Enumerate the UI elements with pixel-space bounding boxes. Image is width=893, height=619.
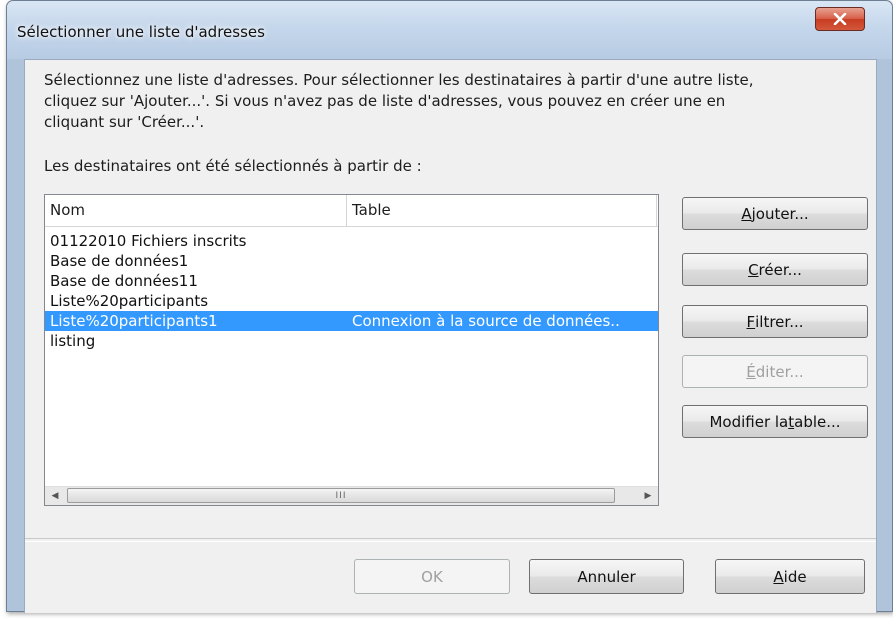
row-table: Connexion à la source de données.. bbox=[352, 312, 620, 330]
horizontal-scrollbar[interactable]: ◀ III ▶ bbox=[45, 486, 658, 505]
scroll-right-arrow-icon[interactable]: ▶ bbox=[638, 487, 658, 505]
button-accelerator: A bbox=[741, 204, 752, 223]
cancel-button[interactable]: Annuler bbox=[529, 559, 684, 594]
list-row-selected[interactable]: Liste%20participants1 Connexion à la sou… bbox=[45, 311, 658, 331]
add-button[interactable]: Ajouter... bbox=[682, 197, 868, 230]
row-name: Liste%20participants bbox=[50, 292, 209, 310]
dialog-client-area: Sélectionnez une liste d'adresses. Pour … bbox=[24, 59, 877, 613]
button-accelerator: C bbox=[748, 260, 759, 279]
close-button[interactable] bbox=[815, 7, 865, 31]
button-label-part: diter... bbox=[755, 362, 804, 381]
row-name: Base de données1 bbox=[50, 252, 189, 270]
column-header-table[interactable]: Table bbox=[352, 195, 391, 226]
button-label-part: Modifier la bbox=[709, 412, 789, 431]
scrollbar-thumb[interactable]: III bbox=[67, 488, 615, 503]
button-label-part: jouter... bbox=[751, 204, 809, 223]
column-header-nom[interactable]: Nom bbox=[50, 195, 85, 226]
button-label-part: ide bbox=[783, 567, 807, 586]
scroll-left-arrow-icon[interactable]: ◀ bbox=[45, 487, 65, 505]
list-row[interactable]: Liste%20participants bbox=[45, 291, 658, 311]
filter-button[interactable]: Filtrer... bbox=[682, 305, 868, 338]
button-accelerator: É bbox=[746, 362, 756, 381]
selected-from-label: Les destinataires ont été sélectionnés à… bbox=[44, 157, 422, 175]
create-button[interactable]: Créer... bbox=[682, 253, 868, 286]
column-divider[interactable] bbox=[656, 195, 657, 226]
footer-separator bbox=[25, 538, 876, 542]
ok-button[interactable]: OK bbox=[354, 559, 510, 594]
row-name: listing bbox=[50, 332, 96, 350]
list-row[interactable]: Base de données1 bbox=[45, 251, 658, 271]
address-list[interactable]: Nom Table 01122010 Fichiers inscrits Bas… bbox=[44, 194, 659, 506]
modify-table-button[interactable]: Modifier la t able... bbox=[682, 405, 868, 438]
row-name: Base de données11 bbox=[50, 272, 198, 290]
button-accelerator: A bbox=[773, 567, 784, 586]
button-accelerator: F bbox=[746, 312, 756, 331]
button-label-part: able... bbox=[794, 412, 841, 431]
list-row[interactable]: Base de données11 bbox=[45, 271, 658, 291]
row-name: Liste%20participants1 bbox=[50, 312, 218, 330]
window-title: Sélectionner une liste d'adresses bbox=[17, 23, 265, 41]
list-row[interactable]: listing bbox=[45, 331, 658, 351]
button-label-part: réer... bbox=[758, 260, 802, 279]
dialog-window: Sélectionner une liste d'adresses Sélect… bbox=[6, 0, 893, 613]
close-icon bbox=[833, 13, 847, 25]
edit-button[interactable]: Éditer... bbox=[682, 355, 868, 388]
list-rows: 01122010 Fichiers inscrits Base de donné… bbox=[45, 231, 658, 351]
scrollbar-grip-icon: III bbox=[335, 490, 347, 501]
column-divider[interactable] bbox=[346, 195, 347, 226]
list-header: Nom Table bbox=[45, 195, 658, 227]
help-button[interactable]: Aide bbox=[715, 559, 865, 594]
description-text: Sélectionnez une liste d'adresses. Pour … bbox=[44, 71, 754, 131]
title-bar[interactable]: Sélectionner une liste d'adresses bbox=[7, 1, 892, 59]
button-label-part: iltrer... bbox=[755, 312, 804, 331]
row-name: 01122010 Fichiers inscrits bbox=[50, 232, 247, 250]
list-row[interactable]: 01122010 Fichiers inscrits bbox=[45, 231, 658, 251]
